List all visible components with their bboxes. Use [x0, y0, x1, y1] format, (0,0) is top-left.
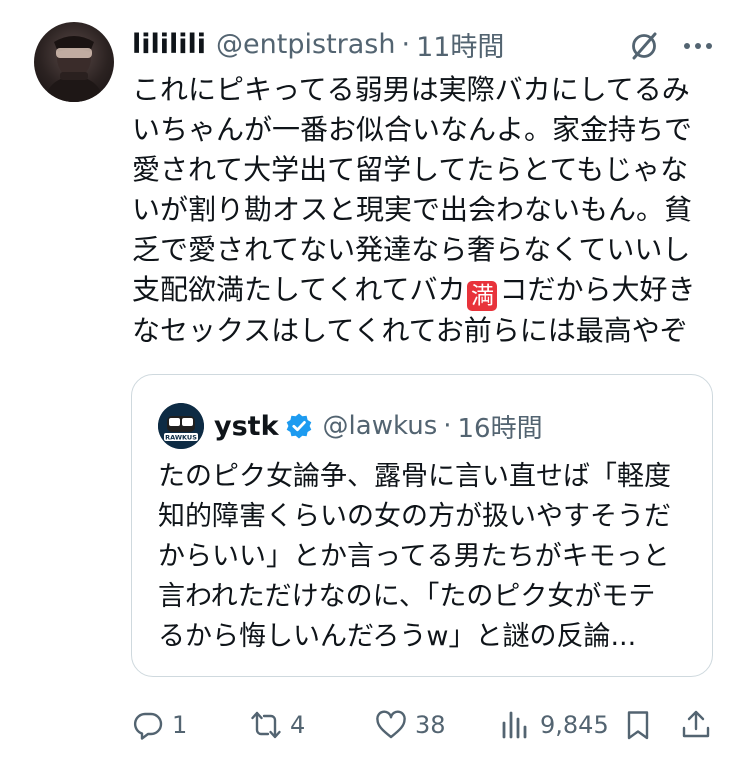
views-count: 9,845	[540, 711, 609, 739]
quoted-header: ystk @lawkus · 16時間	[214, 403, 543, 449]
repost-icon	[251, 711, 281, 739]
grok-icon[interactable]	[626, 28, 662, 64]
share-icon	[682, 710, 710, 738]
tweet-text-part-1: これにピキってる弱男は実際バカにしてるみ いちゃんが一番お似合いなんよ。家金持ち…	[132, 73, 693, 306]
views-chart-icon	[502, 711, 527, 739]
author-display-name[interactable]: lililili	[132, 29, 206, 60]
header-separator: ·	[401, 28, 411, 60]
repost-button[interactable]: 4	[250, 700, 305, 750]
quoted-handle[interactable]: @lawkus	[323, 411, 438, 441]
quoted-display-name[interactable]: ystk	[214, 411, 279, 442]
heart-icon	[376, 710, 406, 739]
tweet-text: これにピキってる弱男は実際バカにしてるみ いちゃんが一番お似合いなんよ。家金持ち…	[132, 70, 722, 351]
reply-count: 1	[172, 711, 188, 739]
like-button[interactable]: 38	[375, 700, 446, 750]
share-button[interactable]	[680, 700, 712, 750]
reply-button[interactable]: 1	[132, 700, 187, 750]
views-button[interactable]: 9,845	[500, 700, 609, 750]
tweet-action-bar: 1 4 38 9,845	[0, 700, 750, 750]
reply-icon	[133, 712, 163, 740]
tweet-header: lililili @entpistrash · 11時間	[132, 24, 504, 64]
repost-count: 4	[290, 711, 306, 739]
bookmark-icon	[627, 711, 649, 740]
quoted-tweet[interactable]: RAWKUS ystk @lawkus · 16時間 たのピク女論争、露骨に言い…	[131, 374, 713, 677]
bookmark-button[interactable]	[622, 700, 654, 750]
quoted-avatar-logo: RAWKUS	[158, 403, 204, 449]
avatar-photo	[44, 36, 104, 102]
quoted-header-separator: ·	[443, 411, 452, 441]
quoted-author-avatar[interactable]: RAWKUS	[158, 403, 204, 449]
quoted-tweet-text: たのピク女論争、露骨に言い直せば「軽度 知的障害くらいの女の方が扱いやすそうだ …	[158, 461, 671, 652]
quoted-post-time[interactable]: 16時間	[458, 408, 543, 445]
post-time[interactable]: 11時間	[416, 25, 504, 64]
author-avatar[interactable]	[34, 22, 114, 102]
svg-text:RAWKUS: RAWKUS	[165, 434, 197, 442]
emoji-man-icon: 満	[467, 281, 498, 311]
author-handle[interactable]: @entpistrash	[216, 29, 395, 60]
more-options-icon[interactable]	[680, 32, 716, 60]
verified-badge-icon	[286, 413, 311, 439]
like-count: 38	[415, 711, 446, 739]
